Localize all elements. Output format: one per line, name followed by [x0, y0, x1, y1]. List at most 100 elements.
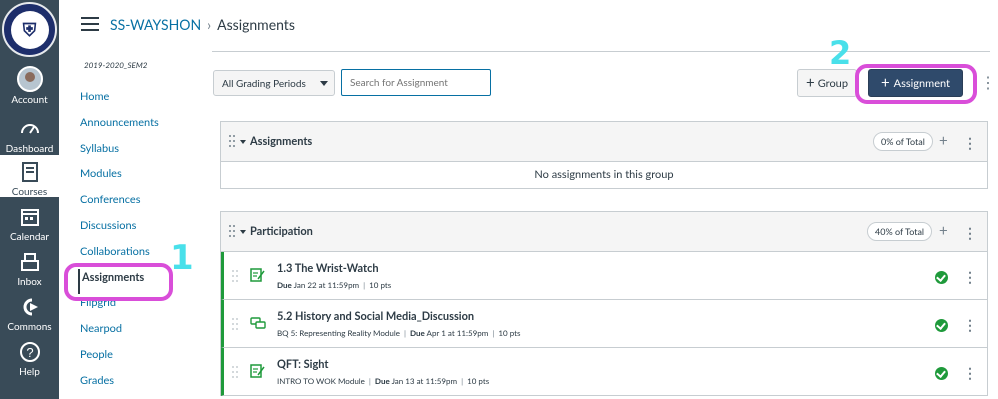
- group-header[interactable]: Assignments 0% of Total + ⋮: [221, 122, 987, 162]
- trojan-helmet-icon: ⛨: [10, 10, 49, 49]
- points: 10 pts: [467, 376, 490, 386]
- assignment-title-link[interactable]: QFT: Sight: [277, 358, 329, 371]
- global-nav-help-label: Help: [19, 366, 40, 378]
- module-name: INTRO TO WOK Module: [277, 376, 365, 386]
- calendar-icon: [20, 209, 39, 226]
- course-nav-discussions[interactable]: Discussions: [78, 217, 218, 243]
- course-nav-grades[interactable]: Grades: [78, 372, 218, 398]
- help-icon: ?: [19, 342, 40, 362]
- add-group-label: Group: [817, 76, 848, 90]
- grading-period-value: All Grading Periods: [222, 78, 306, 90]
- drag-handle-icon[interactable]: [232, 318, 238, 330]
- global-nav-courses[interactable]: Courses: [0, 155, 59, 198]
- course-nav-announcements[interactable]: Announcements: [78, 114, 218, 140]
- commons-icon: [23, 298, 38, 316]
- published-check-icon[interactable]: [935, 271, 948, 284]
- assignment-row[interactable]: 5.2 History and Social Media_Discussion …: [221, 300, 987, 348]
- course-nav-syllabus[interactable]: Syllabus: [78, 140, 218, 166]
- assignment-title-link[interactable]: 1.3 The Wrist-Watch: [277, 262, 379, 275]
- due-date: Jan 22 at 11:59pm: [293, 280, 360, 290]
- global-nav-courses-label: Courses: [11, 186, 48, 198]
- assignment-title-link[interactable]: 5.2 History and Social Media_Discussion: [277, 310, 474, 323]
- annotation-number-2: 2: [829, 34, 852, 72]
- global-nav-commons[interactable]: Commons: [0, 295, 59, 333]
- global-nav-dashboard[interactable]: Dashboard: [0, 117, 59, 155]
- drag-handle-icon[interactable]: [232, 270, 238, 282]
- global-nav-commons-label: Commons: [7, 321, 52, 333]
- term-label: 2019-2020_SEM2: [84, 60, 148, 70]
- group-options-kebab-icon[interactable]: ⋮: [963, 224, 977, 242]
- assignment-icon: [250, 364, 265, 378]
- due-date: Jan 13 at 11:59pm: [391, 376, 458, 386]
- caret-down-icon: [320, 81, 328, 86]
- global-nav-inbox-label: Inbox: [17, 276, 42, 288]
- global-nav-account[interactable]: Account: [0, 66, 59, 106]
- group-weight-badge: 40% of Total: [867, 222, 933, 241]
- assignment-group-participation: Participation 40% of Total + ⋮ 1.3 The W…: [220, 211, 988, 396]
- due-label: Due: [374, 376, 390, 386]
- highlight-add-assignment: [855, 64, 977, 104]
- global-nav-dashboard-label: Dashboard: [5, 143, 54, 155]
- course-nav-people[interactable]: People: [78, 346, 218, 372]
- group-header[interactable]: Participation 40% of Total + ⋮: [221, 212, 987, 252]
- due-date: Apr 1 at 11:59pm: [426, 328, 489, 338]
- page-options-kebab-icon[interactable]: ⋮: [980, 73, 996, 92]
- assignment-meta: BQ 5: Representing Reality Module | Due Ap…: [277, 328, 521, 338]
- assignment-group-assignments: Assignments 0% of Total + ⋮ No assignmen…: [220, 121, 988, 189]
- course-nav: 2019-2020_SEM2 Home Announcements Syllab…: [78, 60, 218, 398]
- page-header: SS-WAYSHON › Assignments: [59, 0, 998, 52]
- collapse-triangle-icon[interactable]: [240, 230, 246, 234]
- dashboard-icon: [20, 124, 39, 134]
- collapse-triangle-icon[interactable]: [240, 140, 246, 144]
- assignment-meta: Due Jan 22 at 11:59pm | 10 pts: [277, 280, 392, 290]
- assignment-icon: [250, 268, 265, 282]
- published-check-icon[interactable]: [935, 319, 948, 332]
- add-group-button[interactable]: + Group: [797, 69, 857, 97]
- global-nav-calendar-label: Calendar: [9, 231, 50, 243]
- assignment-options-kebab-icon[interactable]: ⋮: [963, 316, 977, 334]
- assignment-row[interactable]: QFT: Sight INTRO TO WOK Module | Due Jan 1…: [221, 348, 987, 396]
- school-logo[interactable]: ⛨: [2, 2, 57, 57]
- module-name: BQ 5: Representing Reality Module: [277, 328, 400, 338]
- points: 10 pts: [498, 328, 521, 338]
- add-to-group-plus-icon[interactable]: +: [939, 222, 948, 240]
- search-assignment-input[interactable]: [341, 69, 491, 96]
- assignment-options-kebab-icon[interactable]: ⋮: [963, 364, 977, 382]
- course-nav-home[interactable]: Home: [78, 88, 218, 114]
- due-label: Due: [409, 328, 425, 338]
- global-nav-calendar[interactable]: Calendar: [0, 205, 59, 243]
- header-divider: [212, 51, 990, 52]
- global-nav-help[interactable]: ? Help: [0, 340, 59, 378]
- drag-handle-icon[interactable]: [229, 135, 235, 147]
- course-nav-nearpod[interactable]: Nearpod: [78, 320, 218, 346]
- points: 10 pts: [369, 280, 392, 290]
- group-options-kebab-icon[interactable]: ⋮: [963, 134, 977, 152]
- assignment-options-kebab-icon[interactable]: ⋮: [963, 268, 977, 286]
- grading-period-select[interactable]: All Grading Periods: [213, 70, 335, 96]
- drag-handle-icon[interactable]: [229, 225, 235, 237]
- plus-icon: +: [806, 74, 815, 92]
- annotation-number-1: 1: [170, 238, 194, 278]
- global-nav-account-label: Account: [11, 94, 48, 106]
- drag-handle-icon[interactable]: [232, 366, 238, 378]
- empty-group-message: No assignments in this group: [534, 168, 674, 181]
- group-title: Assignments: [250, 135, 313, 148]
- inbox-icon: [20, 253, 39, 271]
- svg-text:?: ?: [26, 345, 33, 360]
- add-to-group-plus-icon[interactable]: +: [939, 132, 948, 150]
- highlight-assignments-nav: [64, 263, 173, 301]
- due-label: Due: [277, 280, 292, 290]
- breadcrumb-separator: ›: [207, 16, 212, 33]
- course-nav-modules[interactable]: Modules: [78, 165, 218, 191]
- assignment-meta: INTRO TO WOK Module | Due Jan 13 at 11:59p…: [277, 376, 490, 386]
- avatar: [16, 66, 43, 92]
- hamburger-menu-icon[interactable]: [81, 17, 99, 31]
- published-check-icon[interactable]: [935, 367, 948, 380]
- global-nav-inbox[interactable]: Inbox: [0, 250, 59, 288]
- course-nav-conferences[interactable]: Conferences: [78, 191, 218, 217]
- global-nav: ⛨ Account Dashboard Courses Calendar Inb…: [0, 0, 59, 399]
- assignment-row[interactable]: 1.3 The Wrist-Watch Due Jan 22 at 11:59p…: [221, 252, 987, 300]
- discussion-icon: [250, 317, 266, 329]
- courses-icon: [21, 162, 38, 182]
- breadcrumb-course-link[interactable]: SS-WAYSHON: [110, 16, 201, 33]
